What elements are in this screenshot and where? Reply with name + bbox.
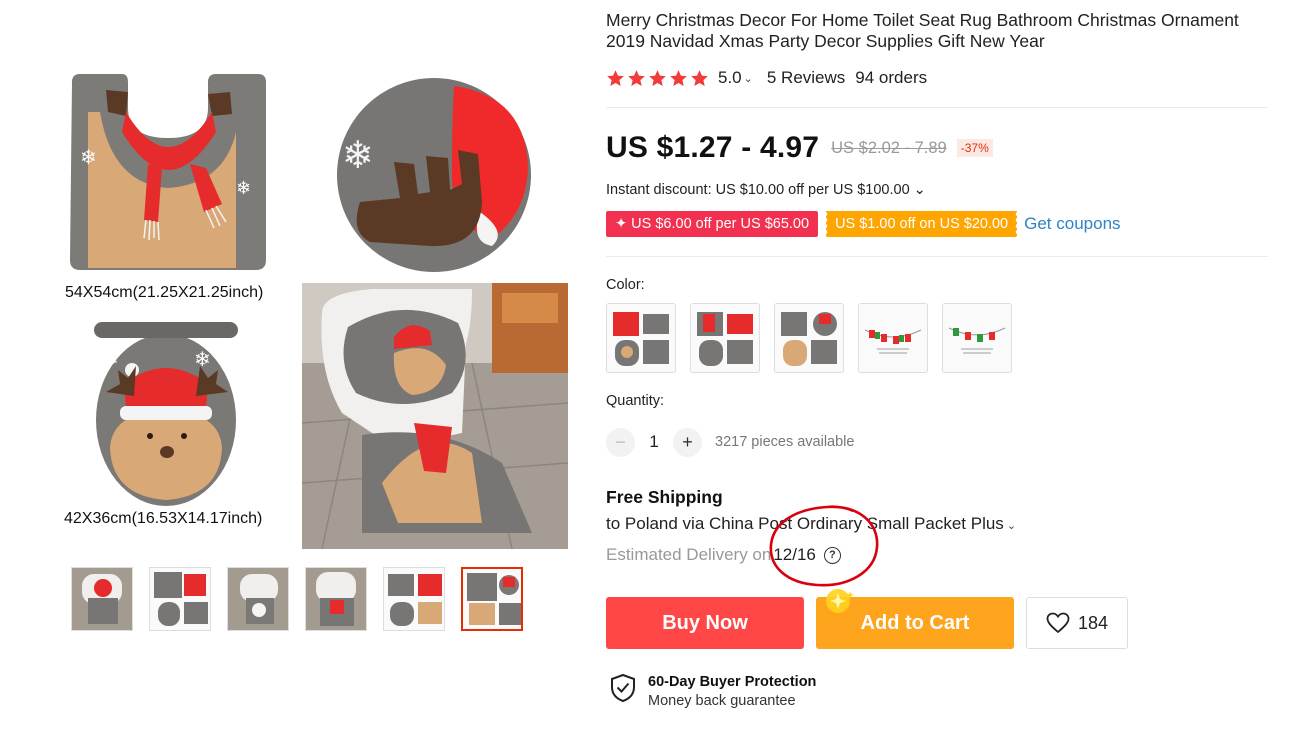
quantity-stepper: − 1 + 3217 pieces available [606,427,854,457]
size-caption-lid: 42X36cm(16.53X14.17inch) [64,510,263,527]
svg-text:❄: ❄ [194,347,211,371]
quantity-value[interactable]: 1 [635,432,673,452]
orders-count: 94 orders [855,68,928,87]
shipping-title: Free Shipping [606,487,723,507]
svg-text:❄: ❄ [80,145,97,169]
quantity-increase-button[interactable]: + [673,427,702,457]
thumbnail[interactable] [149,567,211,631]
chevron-down-icon[interactable]: ⌄ [1007,520,1016,532]
protection-subtitle: Money back guarantee [648,693,796,709]
heart-icon [1046,612,1070,634]
buy-now-button[interactable]: Buy Now [606,597,804,649]
store-coupon[interactable]: ✦ US $6.00 off per US $65.00 [606,211,819,237]
annotation-circle [769,505,879,587]
product-gallery: ❄ ❄ ❄ 54X54cm(21.25X21.25inch) ❄ ❄ 42X36… [0,0,590,735]
product-image-lid-cover: ❄ ❄ [88,318,244,508]
coupon-row: ✦ US $6.00 off per US $65.00 US $1.00 of… [606,211,1121,237]
current-price: US $1.27 - 4.97 [606,131,820,164]
star-icon [691,69,708,86]
product-image-closeup: ❄ [330,72,540,278]
wishlist-count: 184 [1077,612,1109,633]
product-image-scene [302,283,568,549]
color-label: Color: [606,277,645,293]
star-icon [649,69,666,86]
thumbnail[interactable] [227,567,289,631]
buyer-protection: 60-Day Buyer Protection Money back guara… [610,673,816,711]
svg-text:❄: ❄ [102,347,119,371]
star-icon [628,69,645,86]
stock-available: 3217 pieces available [715,434,855,450]
discount-badge: -37% [956,139,993,157]
wishlist-button[interactable]: 184 [1026,597,1128,649]
shield-check-icon [611,673,635,703]
color-option[interactable] [858,303,928,373]
color-option[interactable] [942,303,1012,373]
color-option[interactable] [690,303,760,373]
thumbnail[interactable] [305,567,367,631]
divider [606,107,1268,108]
size-caption-rug: 54X54cm(21.25X21.25inch) [65,284,264,301]
color-swatches [606,303,1012,373]
original-price: US $2.02 - 7.89 [831,138,947,157]
get-coupons-link[interactable]: Get coupons [1024,214,1120,234]
product-title: Merry Christmas Decor For Home Toilet Se… [606,10,1239,51]
sparkle-icon [826,589,854,613]
divider [606,256,1268,257]
star-rating [606,69,709,88]
star-icon [607,69,624,86]
chevron-down-icon[interactable]: ⌄ [744,72,753,85]
delivery-label: Estimated Delivery on [606,545,772,564]
svg-text:❄: ❄ [236,178,251,199]
svg-text:❄: ❄ [342,133,374,177]
protection-title: 60-Day Buyer Protection [648,674,817,690]
product-image-contour-rug: ❄ ❄ [66,72,270,272]
color-option[interactable] [774,303,844,373]
rating-value[interactable]: 5.0 [718,68,742,88]
select-coupon[interactable]: US $1.00 off on US $20.00 [825,211,1018,237]
price-row: US $1.27 - 4.97 US $2.02 - 7.89 -37% [606,128,993,168]
thumbnail[interactable] [383,567,445,631]
thumbnail-active[interactable] [461,567,523,631]
reviews-link[interactable]: 5 Reviews [767,68,845,88]
star-icon [670,69,687,86]
thumbnail[interactable] [71,567,133,631]
quantity-label: Quantity: [606,393,665,409]
rating-row: 5.0 ⌄ 5 Reviews 94 orders [606,66,927,90]
instant-discount[interactable]: Instant discount: US $10.00 off per US $… [606,182,926,198]
quantity-decrease-button[interactable]: − [606,427,635,457]
color-option[interactable] [606,303,676,373]
